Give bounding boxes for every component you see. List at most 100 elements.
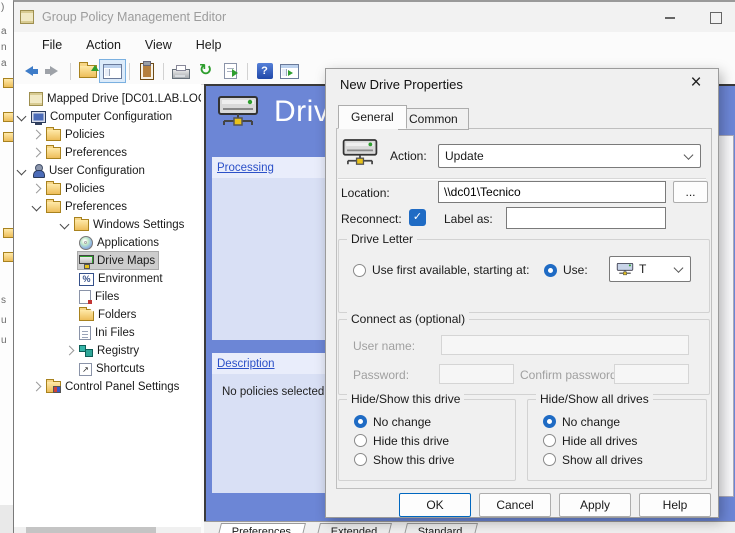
tree-item-applications[interactable]: Applications bbox=[14, 234, 201, 252]
minimize-icon bbox=[665, 17, 675, 19]
print-icon bbox=[172, 69, 190, 79]
scrollbar-thumb[interactable] bbox=[26, 527, 156, 533]
up-one-level-button[interactable] bbox=[75, 60, 100, 82]
chevron-down-icon[interactable] bbox=[17, 112, 27, 122]
apply-button[interactable]: Apply bbox=[559, 493, 631, 517]
radio-icon bbox=[354, 453, 367, 466]
radio-show-all-drives[interactable]: Show all drives bbox=[543, 450, 643, 469]
radio-use[interactable]: Use: bbox=[544, 263, 588, 277]
bottom-tab-preferences[interactable]: Preferences bbox=[215, 523, 306, 533]
tree-item-preferences[interactable]: Preferences bbox=[14, 198, 201, 216]
chevron-down-icon[interactable] bbox=[32, 202, 42, 212]
tree-item-policies[interactable]: Policies bbox=[14, 180, 201, 198]
chevron-right-icon[interactable] bbox=[32, 148, 42, 158]
password-input bbox=[439, 364, 514, 384]
label-as-input[interactable] bbox=[506, 207, 666, 229]
folders-icon bbox=[79, 309, 94, 321]
ok-button[interactable]: OK bbox=[399, 493, 471, 517]
label-as-label: Label as: bbox=[444, 212, 493, 226]
action-label: Action: bbox=[390, 149, 427, 163]
tree-item-files[interactable]: Files bbox=[14, 288, 201, 306]
location-input[interactable] bbox=[438, 181, 666, 203]
bottom-tab-extended[interactable]: Extended bbox=[314, 523, 392, 533]
tree-item-user-configuration[interactable]: User Configuration bbox=[14, 162, 201, 180]
tree-item-policies[interactable]: Policies bbox=[14, 126, 201, 144]
menu-view[interactable]: View bbox=[145, 38, 172, 52]
tree-item-content: Policies bbox=[45, 180, 108, 197]
forward-button[interactable] bbox=[41, 60, 66, 82]
chevron-down-icon bbox=[674, 263, 684, 273]
radio-show-this-drive[interactable]: Show this drive bbox=[354, 450, 454, 469]
radio-icon bbox=[354, 434, 367, 447]
refresh-button[interactable] bbox=[193, 60, 218, 82]
drive-letter-dropdown[interactable]: T bbox=[609, 256, 691, 282]
help-button[interactable]: Help bbox=[639, 493, 711, 517]
tree-item-content: Applications bbox=[78, 234, 162, 251]
chevron-right-icon[interactable] bbox=[32, 184, 42, 194]
tree-item-content: Preferences bbox=[45, 198, 130, 215]
screen: { "window": { "title": "Group Policy Man… bbox=[0, 0, 735, 533]
radio-hide-all-drives[interactable]: Hide all drives bbox=[543, 431, 643, 450]
tree-item-mapped-drive-dc01-lab-loca[interactable]: Mapped Drive [DC01.LAB.LOCA bbox=[14, 90, 201, 108]
tree-item-content: Registry bbox=[78, 342, 142, 359]
confirm-password-label: Confirm password: bbox=[520, 368, 620, 382]
print-button[interactable] bbox=[168, 60, 193, 82]
chevron-right-icon[interactable] bbox=[32, 382, 42, 392]
console-window-button[interactable] bbox=[277, 60, 302, 82]
radio-no-change[interactable]: No change bbox=[543, 412, 643, 431]
processing-link[interactable]: Processing bbox=[217, 162, 274, 174]
user-name-input bbox=[441, 335, 689, 355]
chevron-right-icon[interactable] bbox=[32, 130, 42, 140]
description-link[interactable]: Description bbox=[217, 358, 275, 370]
text-fragment: ) bbox=[1, 2, 4, 13]
chevron-right-icon[interactable] bbox=[65, 346, 75, 356]
back-button[interactable] bbox=[16, 60, 41, 82]
radio-icon bbox=[543, 453, 556, 466]
action-dropdown[interactable]: Update bbox=[438, 144, 701, 168]
radio-icon bbox=[543, 415, 556, 428]
tree-item-label: Computer Configuration bbox=[50, 111, 172, 123]
show-console-tree-button[interactable] bbox=[100, 60, 125, 82]
tab-common[interactable]: Common bbox=[398, 108, 469, 130]
tree-item-preferences[interactable]: Preferences bbox=[14, 144, 201, 162]
radio-no-change[interactable]: No change bbox=[354, 412, 454, 431]
bottom-tab-label: Standard bbox=[418, 526, 463, 533]
tree-item-shortcuts[interactable]: ↗Shortcuts bbox=[14, 360, 201, 378]
copy-button[interactable] bbox=[134, 60, 159, 82]
maximize-button[interactable] bbox=[703, 9, 729, 27]
hide-show-this-options: No changeHide this driveShow this drive bbox=[354, 412, 454, 469]
back-icon bbox=[20, 66, 38, 76]
radio-label: Show all drives bbox=[562, 453, 643, 467]
tree-horizontal-scrollbar[interactable] bbox=[14, 527, 201, 533]
menu-action[interactable]: Action bbox=[86, 38, 121, 52]
chevron-down-icon[interactable] bbox=[60, 220, 70, 230]
tree-item-computer-configuration[interactable]: Computer Configuration bbox=[14, 108, 201, 126]
minimize-button[interactable] bbox=[657, 9, 683, 27]
tree-item-ini-files[interactable]: Ini Files bbox=[14, 324, 201, 342]
bottom-tab-standard[interactable]: Standard bbox=[401, 523, 478, 533]
menu-help[interactable]: Help bbox=[196, 38, 222, 52]
tree-item-folders[interactable]: Folders bbox=[14, 306, 201, 324]
radio-hide-this-drive[interactable]: Hide this drive bbox=[354, 431, 454, 450]
dialog-drive-icon bbox=[341, 137, 379, 169]
tree-item-label: Folders bbox=[98, 309, 136, 321]
reconnect-checkbox[interactable]: ✓ bbox=[409, 209, 426, 226]
menu-file[interactable]: File bbox=[42, 38, 62, 52]
browse-button[interactable]: ... bbox=[673, 181, 708, 203]
tree-item-registry[interactable]: Registry bbox=[14, 342, 201, 360]
chevron-down-icon[interactable] bbox=[17, 166, 27, 176]
cancel-button[interactable]: Cancel bbox=[479, 493, 551, 517]
tree-item-drive-maps[interactable]: Drive Maps bbox=[14, 252, 201, 270]
help-button[interactable]: ? bbox=[252, 60, 277, 82]
text-fragment: u bbox=[1, 315, 7, 326]
tree-item-label: Policies bbox=[65, 129, 105, 141]
tab-general[interactable]: General bbox=[338, 105, 407, 129]
export-list-button[interactable] bbox=[218, 60, 243, 82]
tree-item-windows-settings[interactable]: Windows Settings bbox=[14, 216, 201, 234]
tree-item-control-panel-settings[interactable]: Control Panel Settings bbox=[14, 378, 201, 396]
folder-icon bbox=[46, 147, 61, 159]
tree-item-environment[interactable]: %Environment bbox=[14, 270, 201, 288]
radio-use-first-available[interactable]: Use first available, starting at: bbox=[353, 263, 529, 277]
close-icon[interactable]: × bbox=[684, 71, 708, 95]
drive-letter-legend: Drive Letter bbox=[347, 232, 417, 246]
